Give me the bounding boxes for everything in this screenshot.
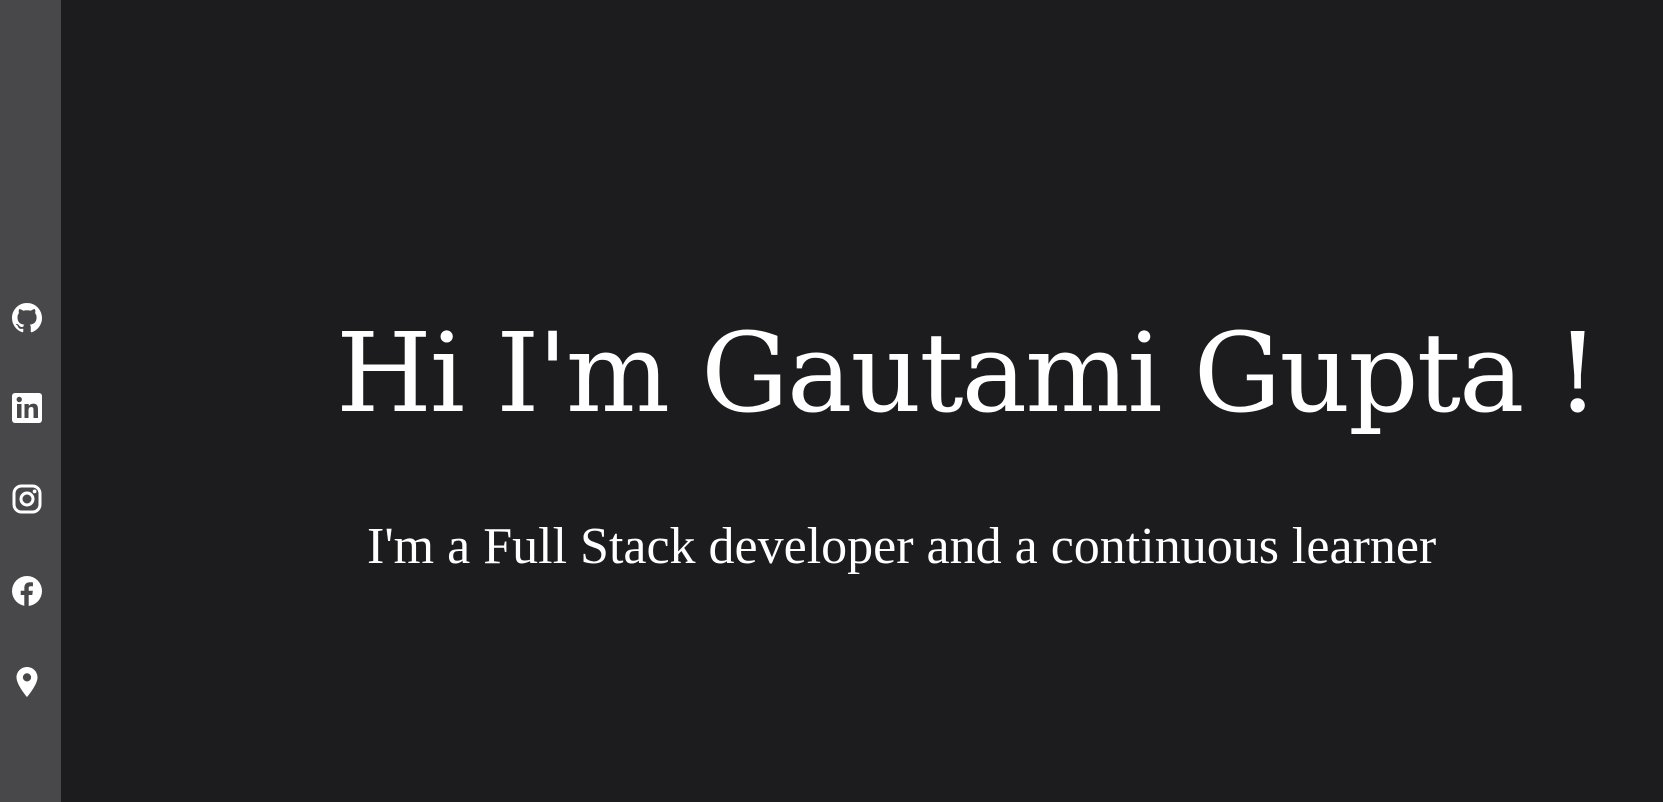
page: Hi I'm Gautami Gupta ! I'm a Full Stack … [0,0,1663,802]
linkedin-link[interactable] [11,392,43,424]
github-icon [12,303,42,333]
location-link[interactable] [11,666,43,698]
location-pin-icon [16,667,38,697]
facebook-link[interactable] [11,575,43,607]
hero-subtitle: I'm a Full Stack developer and a continu… [367,518,1437,575]
instagram-icon [12,484,42,514]
instagram-link[interactable] [11,483,43,515]
facebook-icon [12,576,42,606]
linkedin-icon [12,393,42,423]
hero-section: Hi I'm Gautami Gupta ! I'm a Full Stack … [61,0,1663,802]
hero-title: Hi I'm Gautami Gupta ! [336,309,1600,437]
social-sidebar [0,0,61,802]
github-link[interactable] [11,302,43,334]
